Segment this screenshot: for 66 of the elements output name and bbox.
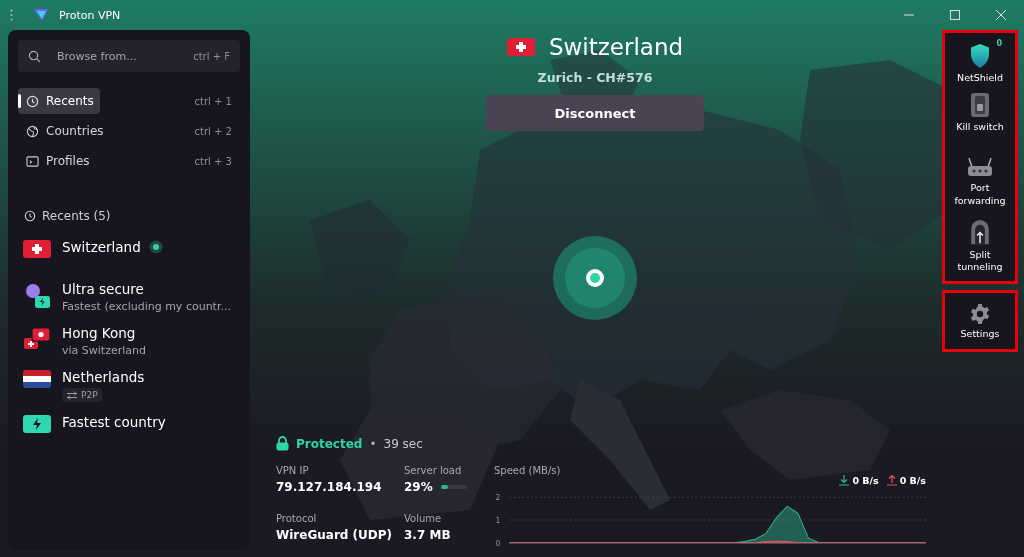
- settings-icon: [969, 302, 991, 325]
- search-icon: [28, 49, 41, 63]
- stat-value: WireGuard (UDP): [276, 528, 393, 542]
- feature-button[interactable]: Kill switch: [948, 88, 1012, 152]
- profile-icon: [23, 282, 51, 310]
- server-name[interactable]: Fastest country: [62, 414, 166, 430]
- stat-label: Protocol: [276, 513, 318, 524]
- stat-label: Server load: [404, 465, 463, 476]
- history-icon: [26, 94, 39, 108]
- disconnect-button[interactable]: Disconnect: [486, 95, 704, 131]
- server-name[interactable]: Hong Kong: [62, 325, 136, 341]
- chart-title: Speed (MB/s): [494, 465, 561, 476]
- nav-tab[interactable]: Recents: [18, 88, 100, 114]
- shortcut-hint: ctrl + F: [193, 50, 230, 62]
- upload-icon: [886, 474, 897, 486]
- shortcut-hint: ctrl + 1: [194, 95, 232, 107]
- tunnel-icon: [969, 218, 991, 246]
- separator-dot: •: [369, 436, 377, 451]
- lightning-icon: [23, 415, 51, 433]
- flag-icon: [506, 38, 535, 56]
- axis-tick: 0: [495, 538, 501, 548]
- feature-button[interactable]: Port forwarding: [948, 151, 1012, 215]
- search-field[interactable]: Browse from...: [55, 48, 180, 64]
- stat-value: 29%: [404, 480, 433, 494]
- settings-button[interactable]: Settings: [948, 298, 1012, 344]
- server-name[interactable]: Ultra secure: [62, 281, 144, 297]
- server-name[interactable]: Netherlands: [62, 369, 145, 385]
- shortcut-hint: ctrl + 2: [194, 125, 232, 137]
- stat-value: 79.127.184.194: [276, 480, 382, 494]
- flag-icon: [23, 240, 51, 258]
- feature-button[interactable]: Split tunneling: [948, 214, 1012, 278]
- search-bar[interactable]: Browse from... ctrl + F: [18, 40, 240, 72]
- logo-icon: [33, 8, 49, 22]
- stat-label: Volume: [404, 513, 443, 524]
- download-icon: [839, 474, 850, 486]
- connection-time: 39 sec: [383, 436, 423, 451]
- nav-tab[interactable]: Countries: [18, 118, 110, 144]
- server-name[interactable]: Switzerland: [62, 239, 141, 255]
- menu-icon[interactable]: [10, 9, 13, 21]
- flags-icon: [23, 326, 51, 352]
- flag-icon: [23, 370, 51, 388]
- shield-icon: [969, 43, 991, 69]
- section-title: Recents (5): [42, 209, 111, 223]
- feature-button[interactable]: NetShield 0: [948, 39, 1012, 89]
- download-speed: 0 B/s: [852, 474, 879, 486]
- switch-icon: [970, 92, 990, 119]
- axis-tick: 1: [495, 515, 501, 526]
- lock-icon: [276, 436, 289, 451]
- upload-speed: 0 B/s: [899, 474, 926, 486]
- server-detail: via Switzerland: [62, 344, 146, 357]
- axis-tick: 2: [495, 492, 501, 503]
- server-detail: Fastest (excluding my countr...: [62, 300, 231, 313]
- server-name: Zurich - CH#576: [537, 70, 653, 85]
- country-name: Switzerland: [548, 34, 684, 60]
- tag-label: P2P: [81, 390, 98, 400]
- window-title: Proton VPN: [59, 8, 121, 22]
- swap-icon: [66, 390, 78, 400]
- nav-tab[interactable]: Profiles: [18, 148, 96, 174]
- status-label: Protected: [296, 436, 363, 451]
- stat-value: 3.7 MB: [404, 528, 451, 542]
- globe-icon: [26, 124, 39, 138]
- history-icon: [24, 210, 36, 222]
- count-label: 0: [996, 39, 1002, 50]
- shortcut-hint: ctrl + 3: [194, 155, 232, 167]
- terminal-icon: [26, 154, 39, 168]
- stat-label: VPN IP: [276, 465, 310, 476]
